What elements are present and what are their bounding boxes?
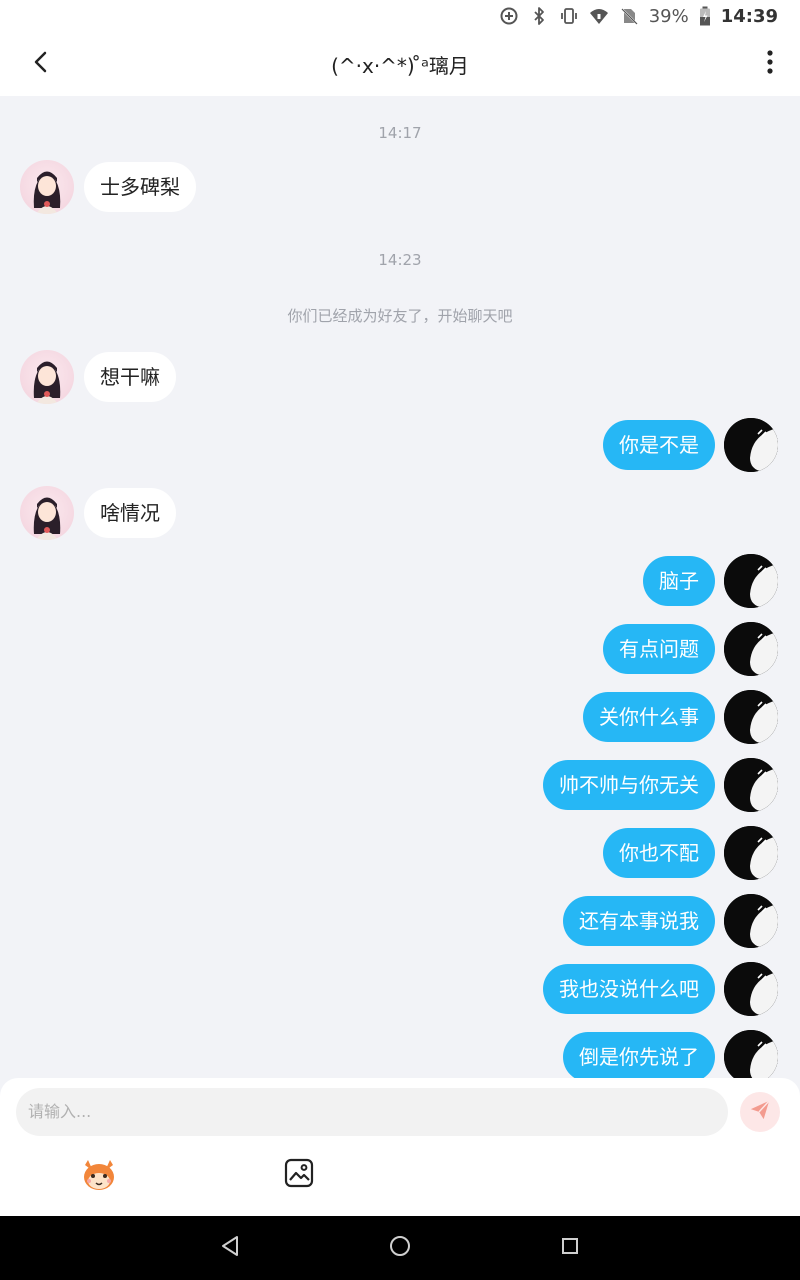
data-saver-icon (499, 6, 519, 26)
image-icon (284, 1158, 314, 1192)
user-avatar[interactable] (724, 690, 778, 744)
battery-icon (699, 6, 711, 26)
message-bubble-outgoing[interactable]: 脑子 (643, 556, 715, 606)
send-icon (749, 1099, 771, 1125)
message-bubble-outgoing[interactable]: 我也没说什么吧 (543, 964, 715, 1014)
bluetooth-icon (529, 6, 549, 26)
timestamp: 14:17 (378, 124, 422, 142)
user-avatar[interactable] (724, 826, 778, 880)
message-bubble-outgoing[interactable]: 倒是你先说了 (563, 1032, 715, 1078)
message-bubble-outgoing[interactable]: 你也不配 (603, 828, 715, 878)
message-input[interactable]: 请输入... (16, 1088, 728, 1136)
system-message: 你们已经成为好友了，开始聊天吧 (287, 307, 513, 325)
message-bubble-incoming[interactable]: 想干嘛 (84, 352, 176, 402)
chat-message-list[interactable]: 14:17 士多碑梨 14:23 你们已经成为好友了，开始聊天吧 想干嘛 你是不… (0, 96, 800, 1078)
message-bubble-incoming[interactable]: 啥情况 (84, 488, 176, 538)
nav-home-button[interactable] (384, 1232, 416, 1264)
user-avatar[interactable] (724, 622, 778, 676)
nav-recents-button[interactable] (554, 1232, 586, 1264)
composer-panel: 请输入... (0, 1078, 800, 1216)
page-title: (^·x·^*) ̊ᵃ璃月 (331, 54, 469, 78)
user-avatar[interactable] (724, 554, 778, 608)
sticker-icon (80, 1160, 118, 1198)
chevron-left-icon (30, 50, 54, 78)
image-button[interactable] (284, 1158, 316, 1190)
system-nav-bar (0, 1216, 800, 1280)
user-avatar[interactable] (724, 758, 778, 812)
more-options-button[interactable] (754, 44, 786, 84)
status-time: 14:39 (720, 5, 778, 27)
send-button[interactable] (740, 1092, 780, 1132)
message-bubble-outgoing[interactable]: 关你什么事 (583, 692, 715, 742)
vibrate-icon (559, 6, 579, 26)
chat-header: (^·x·^*) ̊ᵃ璃月 (0, 32, 800, 96)
nav-back-icon (219, 1235, 241, 1261)
message-bubble-incoming[interactable]: 士多碑梨 (84, 162, 196, 212)
status-icons: 39% 14:39 (499, 4, 778, 28)
user-avatar[interactable] (724, 418, 778, 472)
user-avatar[interactable] (724, 894, 778, 948)
nav-recents-icon (560, 1236, 580, 1260)
timestamp: 14:23 (378, 251, 422, 269)
user-avatar[interactable] (724, 962, 778, 1016)
status-bar: 39% 14:39 (0, 0, 800, 32)
message-bubble-outgoing[interactable]: 你是不是 (603, 420, 715, 470)
user-avatar[interactable] (724, 1030, 778, 1078)
nav-back-button[interactable] (214, 1232, 246, 1264)
message-bubble-outgoing[interactable]: 还有本事说我 (563, 896, 715, 946)
contact-avatar[interactable] (20, 486, 74, 540)
no-sim-icon (619, 6, 639, 26)
message-bubble-outgoing[interactable]: 帅不帅与你无关 (543, 760, 715, 810)
more-vertical-icon (766, 49, 774, 79)
wifi-icon (589, 6, 609, 26)
message-bubble-outgoing[interactable]: 有点问题 (603, 624, 715, 674)
message-input-placeholder: 请输入... (28, 1102, 92, 1121)
contact-avatar[interactable] (20, 160, 74, 214)
contact-avatar[interactable] (20, 350, 74, 404)
nav-home-icon (389, 1235, 411, 1261)
back-button[interactable] (22, 44, 62, 84)
battery-percent: 39% (648, 5, 689, 27)
sticker-button[interactable] (80, 1156, 118, 1194)
